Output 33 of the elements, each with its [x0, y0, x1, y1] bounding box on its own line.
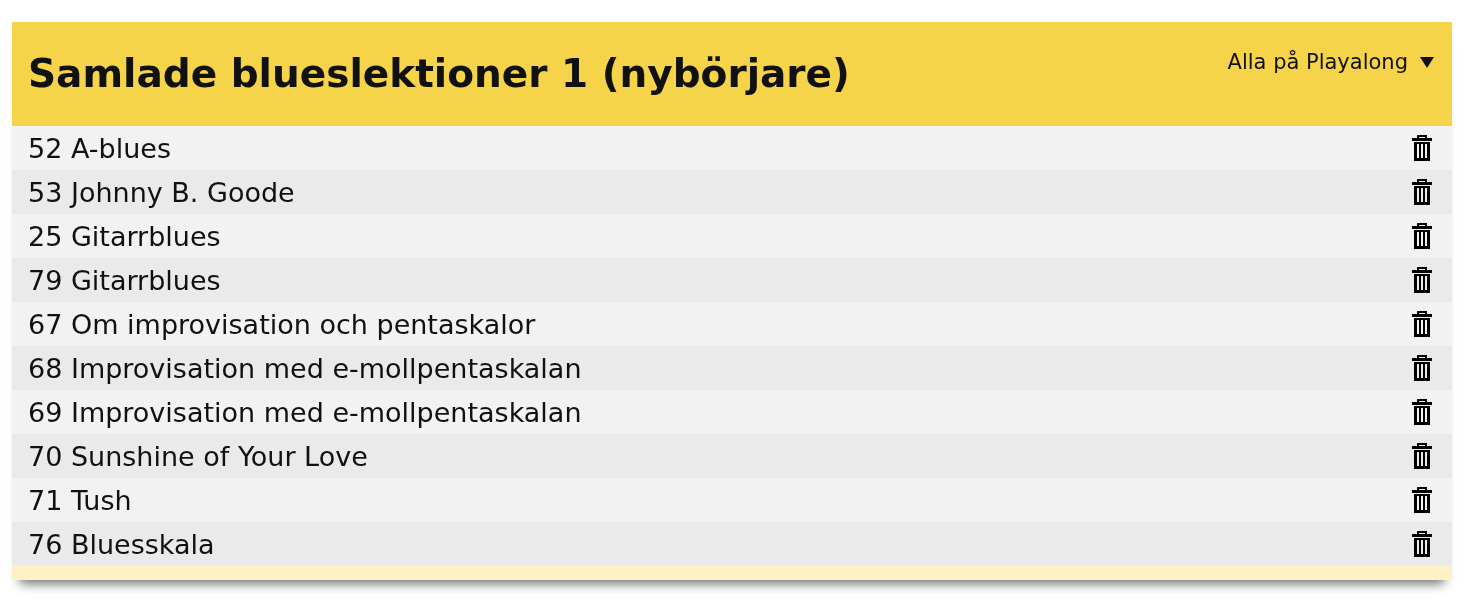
playlist-title: Samlade blueslektioner 1 (nybörjare) [28, 51, 850, 96]
lesson-row[interactable]: 67 Om improvisation och pentaskalor [12, 302, 1452, 346]
lesson-title: 71 Tush [28, 484, 132, 516]
lesson-row[interactable]: 52 A-blues [12, 126, 1452, 170]
lesson-title: 53 Johnny B. Goode [28, 176, 295, 208]
trash-icon[interactable] [1412, 135, 1432, 161]
trash-icon[interactable] [1412, 355, 1432, 381]
lesson-title: 25 Gitarrblues [28, 220, 221, 252]
trash-icon[interactable] [1412, 399, 1432, 425]
lesson-row[interactable]: 68 Improvisation med e-mollpentaskalan [12, 346, 1452, 390]
lesson-title: 67 Om improvisation och pentaskalor [28, 308, 536, 340]
trash-icon[interactable] [1412, 531, 1432, 557]
trash-icon[interactable] [1412, 487, 1432, 513]
trash-icon[interactable] [1412, 311, 1432, 337]
playalong-dropdown[interactable]: Alla på Playalong [1227, 50, 1434, 74]
lesson-title: 69 Improvisation med e-mollpentaskalan [28, 396, 582, 428]
lesson-row[interactable]: 71 Tush [12, 478, 1452, 522]
trash-icon[interactable] [1412, 443, 1432, 469]
lesson-row[interactable]: 25 Gitarrblues [12, 214, 1452, 258]
lesson-title: 52 A-blues [28, 132, 171, 164]
lesson-row[interactable]: 70 Sunshine of Your Love [12, 434, 1452, 478]
lesson-row[interactable]: 76 Bluesskala [12, 522, 1452, 566]
lesson-title: 70 Sunshine of Your Love [28, 440, 368, 472]
lesson-title: 68 Improvisation med e-mollpentaskalan [28, 352, 582, 384]
lesson-row[interactable]: 53 Johnny B. Goode [12, 170, 1452, 214]
trash-icon[interactable] [1412, 267, 1432, 293]
trash-icon[interactable] [1412, 223, 1432, 249]
lesson-title: 79 Gitarrblues [28, 264, 221, 296]
lesson-row[interactable]: 79 Gitarrblues [12, 258, 1452, 302]
caret-icon [1420, 56, 1434, 68]
lesson-title: 76 Bluesskala [28, 528, 215, 560]
trash-icon[interactable] [1412, 179, 1432, 205]
lesson-row[interactable]: 69 Improvisation med e-mollpentaskalan [12, 390, 1452, 434]
